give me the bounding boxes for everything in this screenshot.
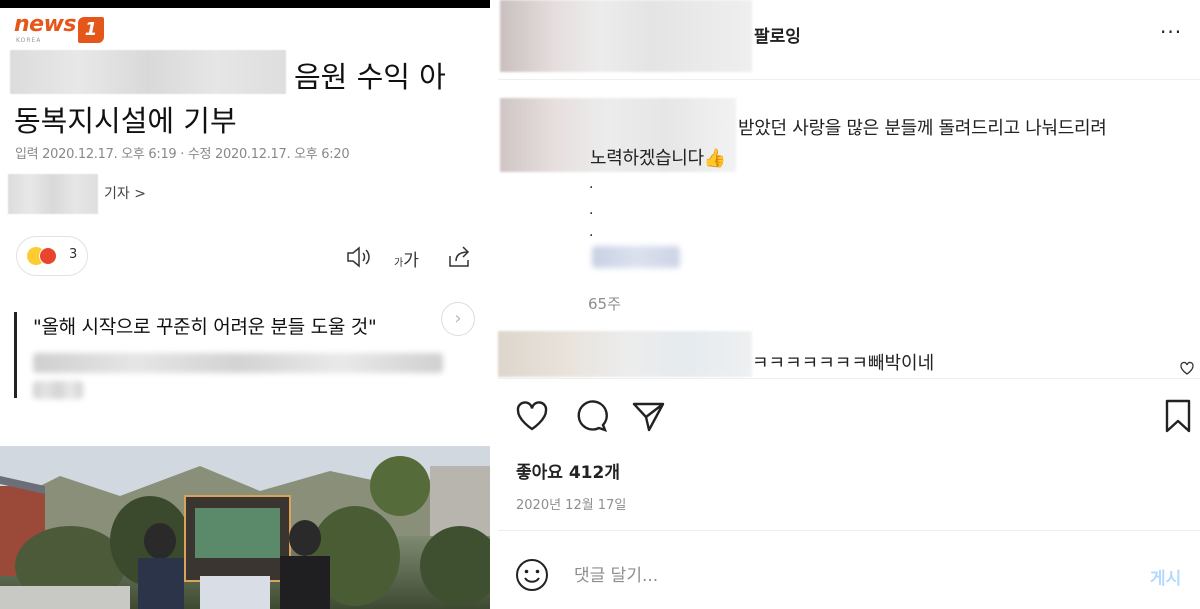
- blurred-profile[interactable]: [500, 0, 752, 72]
- post-comment-button[interactable]: 게시: [1150, 564, 1181, 589]
- speaker-icon[interactable]: [345, 244, 371, 270]
- logo-text: news: [14, 12, 77, 37]
- heart-icon[interactable]: [514, 398, 550, 434]
- divider: [498, 378, 1200, 379]
- caption-line1: 받았던 사랑을 많은 분들께 돌려드리고 나눠드리려: [738, 118, 1107, 139]
- reporter-label: 기자 >: [104, 186, 146, 202]
- more-options-icon[interactable]: ···: [1160, 20, 1182, 44]
- logo-badge: 1: [78, 17, 105, 43]
- blurred-subtitle-line: [33, 353, 443, 373]
- reporter-link[interactable]: 기자 >: [8, 174, 208, 214]
- quote-text: "올해 시작으로 꾸준히 어려운 분들 도울 것": [33, 316, 377, 338]
- panel-divider: [490, 0, 498, 609]
- add-comment-input[interactable]: [574, 562, 1134, 590]
- emoji-icon[interactable]: [514, 557, 550, 593]
- font-size-button[interactable]: 가가: [394, 246, 428, 272]
- blurred-name: [10, 50, 286, 94]
- next-arrow-button[interactable]: ›: [441, 302, 475, 336]
- post-date: 2020년 12월 17일: [516, 498, 627, 513]
- instagram-post-panel: 팔로잉 ··· 받았던 사랑을 많은 분들께 돌려드리고 나눠드리려 노력하겠습…: [498, 0, 1200, 609]
- blurred-commenter[interactable]: [498, 331, 752, 377]
- status-bar: [0, 0, 490, 8]
- following-label[interactable]: 팔로잉: [754, 22, 801, 47]
- comment-text: ㅋㅋㅋㅋㅋㅋㅋ빼박이네: [752, 353, 935, 374]
- article-timestamp: 입력 2020.12.17. 오후 6:19 · 수정 2020.12.17. …: [15, 147, 350, 162]
- article-photo: [0, 446, 490, 609]
- share-icon[interactable]: [446, 244, 472, 270]
- caption-line2: 노력하겠습니다👍: [590, 148, 726, 169]
- logo-subtitle: KOREA: [16, 37, 42, 44]
- headline-line1: 음원 수익 아: [294, 60, 446, 94]
- news1-logo[interactable]: news 1 KOREA: [14, 12, 105, 44]
- pull-quote: "올해 시작으로 꾸준히 어려운 분들 도울 것": [14, 312, 474, 399]
- reaction-count: 3: [69, 247, 78, 262]
- bookmark-icon[interactable]: [1160, 398, 1196, 434]
- blurred-reporter-name: [8, 174, 98, 214]
- news-article-panel: news 1 KOREA 음원 수익 아 동복지시설에 기부 입력 2020.12…: [0, 0, 490, 609]
- send-icon[interactable]: [631, 398, 667, 434]
- post-header: 팔로잉 ···: [498, 0, 1200, 80]
- reaction-button[interactable]: 3: [16, 236, 88, 276]
- comment-like-icon[interactable]: [1179, 360, 1195, 376]
- font-size-label: 가: [403, 251, 419, 271]
- comment-icon[interactable]: [573, 398, 609, 434]
- headline-line2: 동복지시설에 기부: [14, 104, 237, 138]
- blurred-subtitle-line: [33, 381, 83, 399]
- caption-time: 65주: [588, 295, 621, 313]
- divider: [498, 530, 1200, 531]
- caption-dot: .: [589, 176, 594, 192]
- caption-dot: .: [589, 202, 594, 218]
- caption-dot: .: [589, 224, 594, 240]
- angry-emoji-icon: [39, 247, 57, 265]
- likes-count[interactable]: 좋아요 412개: [516, 458, 620, 483]
- font-size-small-label: 가: [394, 258, 404, 269]
- blurred-hashtag[interactable]: [592, 246, 680, 268]
